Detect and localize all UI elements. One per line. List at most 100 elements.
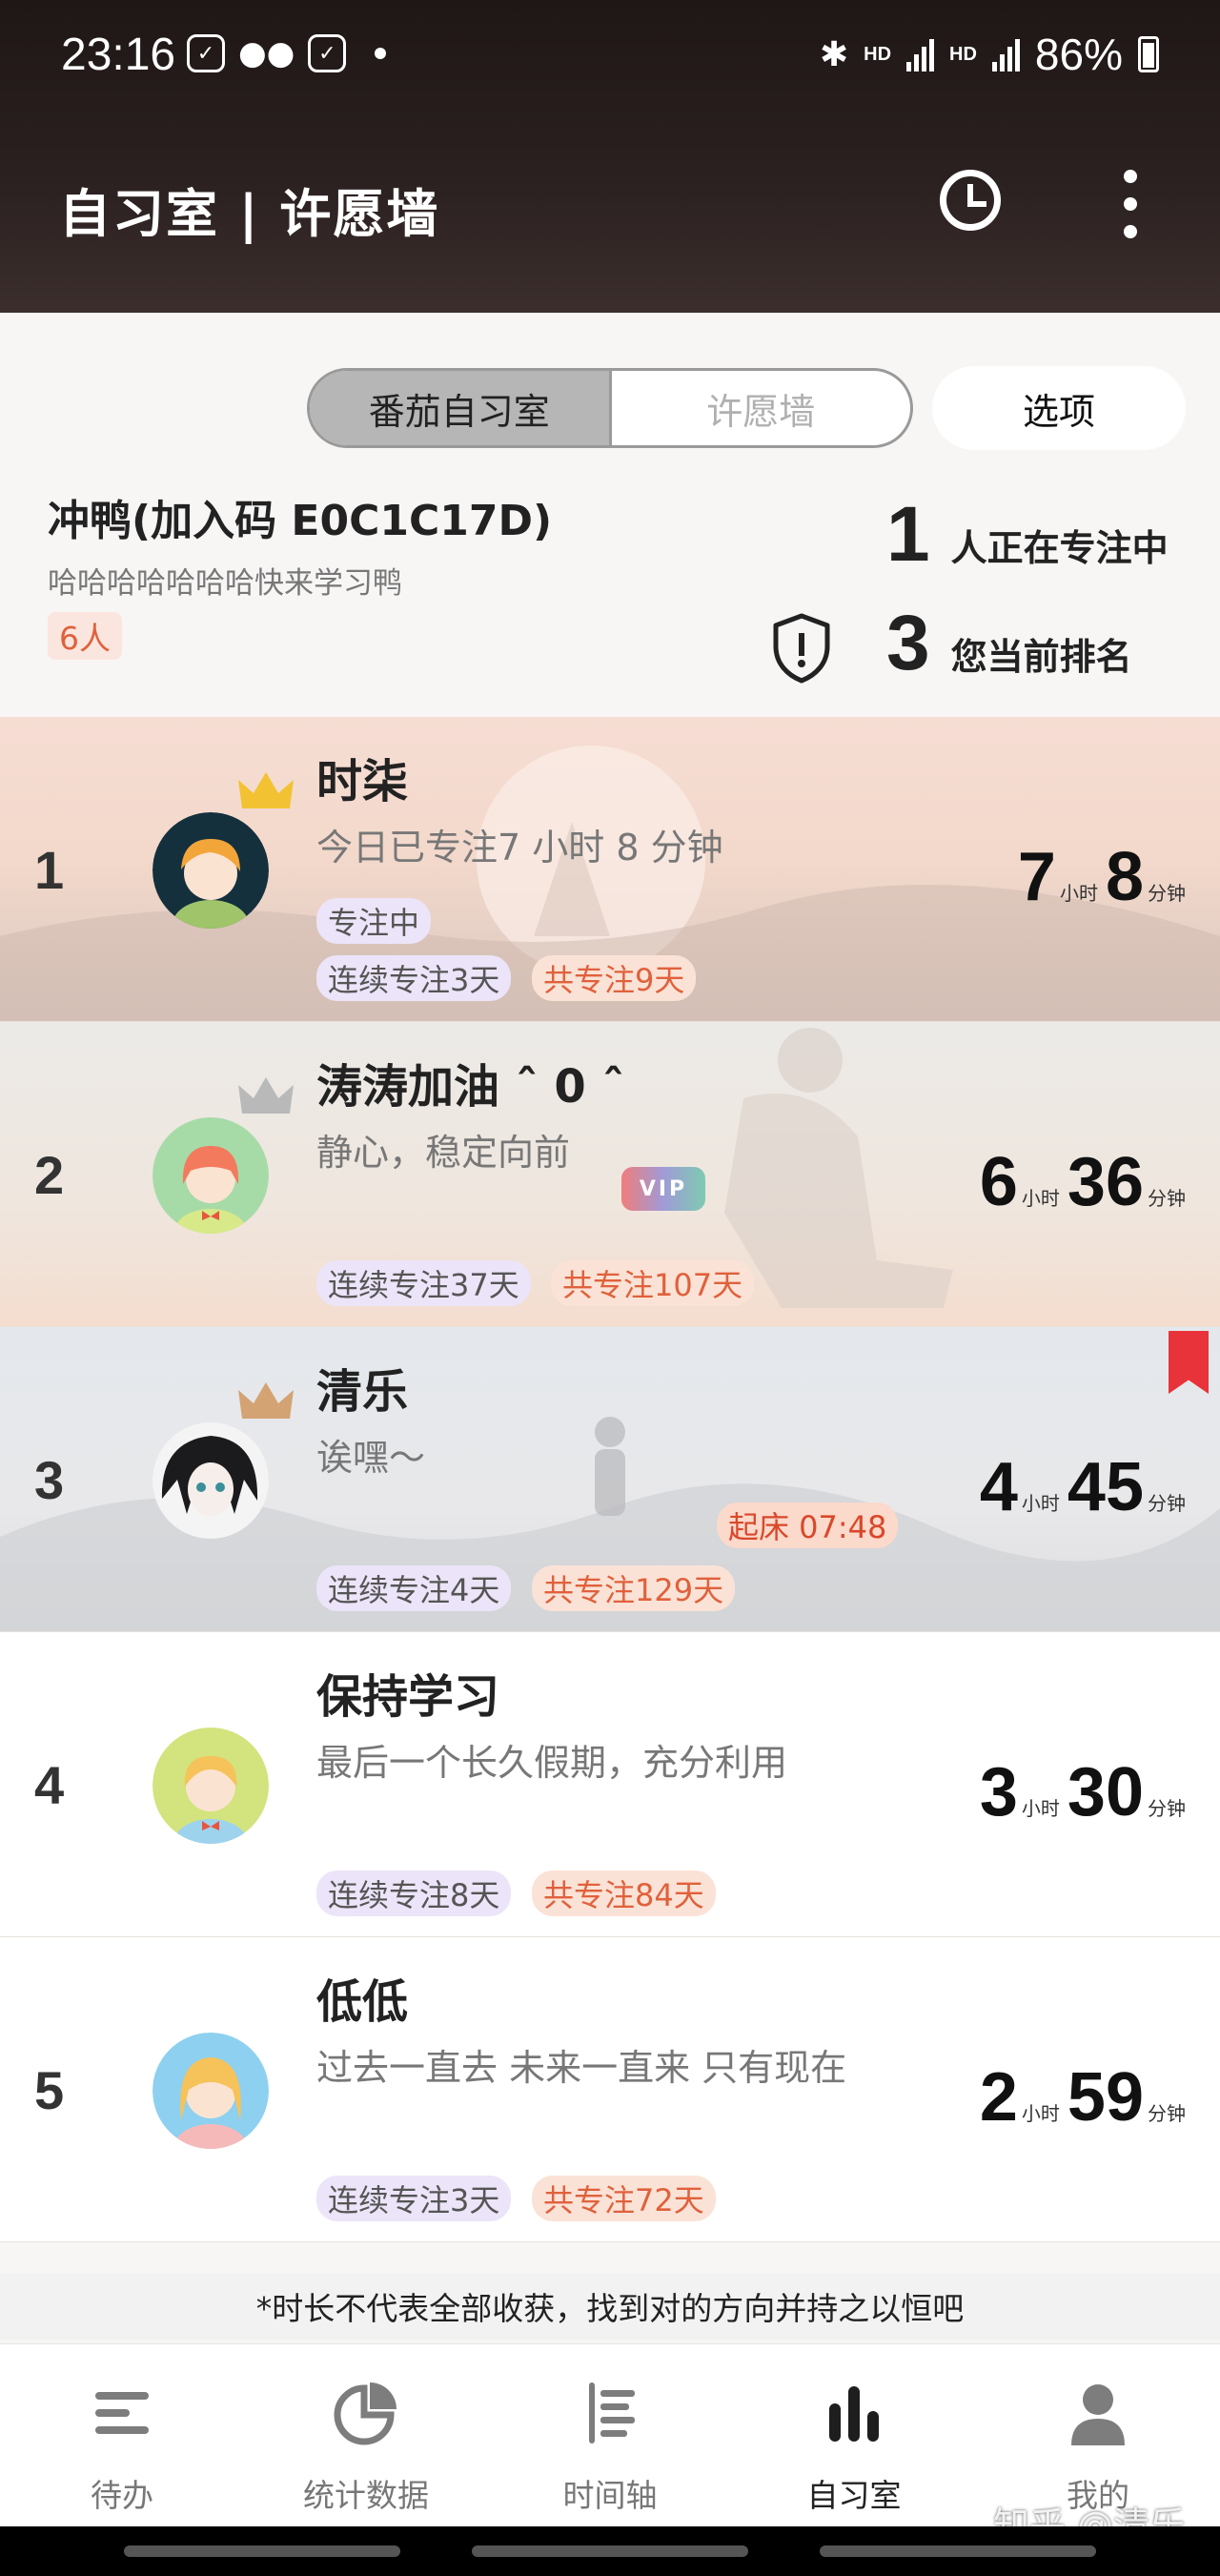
nav-label: 统计数据	[303, 2477, 429, 2514]
room-name: 冲鸭(加入码 E0C1C17D)	[48, 497, 553, 545]
tab-tomato-room[interactable]: 番茄自习室	[310, 371, 612, 445]
room-segment-control: 番茄自习室 许愿墙	[307, 368, 913, 448]
member-row[interactable]: 5 低低 过去一直去 未来一直来 只有现在 连续专注3天 共专注72天 2 小时…	[0, 1937, 1220, 2242]
hours-value: 7	[1017, 839, 1056, 915]
avatar[interactable]	[152, 1728, 269, 1844]
minutes-value: 8	[1105, 839, 1144, 915]
nav-item-statistics[interactable]: 统计数据	[244, 2344, 488, 2525]
member-motto: 过去一直去 未来一直来 只有现在	[316, 2047, 847, 2089]
member-list: 1 时柒 今日已专注7 小时 8 分钟 专注中 连续专注3天 共专注9天 7 小…	[0, 717, 1220, 2242]
footnote: *时长不代表全部收获，找到对的方向并持之以恒吧	[0, 2273, 1220, 2340]
total-days-tag: 共专注9天	[532, 955, 697, 1001]
minutes-value: 45	[1067, 1449, 1144, 1525]
member-row[interactable]: 1 时柒 今日已专注7 小时 8 分钟 专注中 连续专注3天 共专注9天 7 小…	[0, 717, 1220, 1022]
member-motto: 静心，稳定向前	[316, 1132, 571, 1174]
nav-item-todo[interactable]: 待办	[0, 2344, 244, 2525]
minutes-unit: 分钟	[1148, 1797, 1186, 1820]
network-label: HD	[864, 43, 892, 65]
focusing-label: 人正在专注中	[950, 527, 1169, 569]
total-days-tag: 共专注84天	[532, 1871, 716, 1916]
nav-label: 时间轴	[562, 2477, 658, 2514]
minutes-unit: 分钟	[1148, 1492, 1186, 1515]
hours-unit: 小时	[1021, 1797, 1060, 1820]
member-row[interactable]: 2 涛涛加油 ˆ 0 ˆ 静心，稳定向前 VIP 连续专注37天 共专注107天…	[0, 1022, 1220, 1327]
avatar[interactable]	[152, 1422, 269, 1539]
member-name: 清乐	[316, 1365, 409, 1419]
member-name: 涛涛加油 ˆ 0 ˆ	[316, 1060, 625, 1114]
options-button[interactable]: 选项	[932, 366, 1186, 450]
bluetooth-icon: ✱	[819, 34, 849, 73]
signal-icon	[906, 37, 935, 72]
wechat-icon: ●●	[238, 34, 295, 72]
member-name: 时柒	[316, 755, 409, 808]
hours-unit: 小时	[1021, 2102, 1060, 2125]
rank-number: 1	[34, 840, 65, 900]
battery-icon	[1138, 36, 1159, 72]
member-row[interactable]: 3 清乐 诶嘿～ 起床 07:48 连续专注4天 共专注129天 4 小时 45…	[0, 1327, 1220, 1632]
my-rank-stat: 3 您当前排名	[886, 604, 1132, 683]
focus-duration: 6 小时 36 分钟	[980, 1148, 1186, 1216]
wake-time-tag: 起床 07:48	[717, 1503, 899, 1548]
more-notifications-dot	[375, 48, 387, 59]
streak-tag: 连续专注3天	[316, 955, 512, 1001]
status-right: ✱ HD HD 86%	[820, 29, 1159, 80]
rank-number: 5	[34, 2060, 65, 2120]
minutes-value: 59	[1067, 2059, 1144, 2136]
minutes-value: 30	[1067, 1754, 1144, 1830]
clock-icon[interactable]	[940, 170, 1001, 231]
hours-unit: 小时	[1021, 1187, 1060, 1210]
list-icon	[95, 2392, 149, 2434]
bar-chart-icon	[829, 2386, 879, 2442]
avatar[interactable]	[152, 812, 269, 929]
member-row[interactable]: 4 保持学习 最后一个长久假期，充分利用 连续专注8天 共专注84天 3 小时 …	[0, 1632, 1220, 1937]
crown-icon	[238, 1382, 294, 1419]
hours-value: 3	[979, 1754, 1018, 1830]
hours-unit: 小时	[1021, 1492, 1060, 1515]
streak-tag: 连续专注37天	[316, 1260, 531, 1306]
my-rank-label: 您当前排名	[950, 636, 1132, 678]
timeline-icon	[589, 2382, 635, 2443]
status-time: 23:16	[61, 30, 176, 80]
streak-tag: 连续专注3天	[316, 2176, 512, 2221]
signal-icon	[991, 37, 1020, 72]
crown-icon	[238, 1077, 294, 1114]
nav-item-study-room[interactable]: 自习室	[732, 2344, 976, 2525]
member-motto: 最后一个长久假期，充分利用	[316, 1742, 788, 1784]
streak-tag: 连续专注8天	[316, 1871, 512, 1916]
nav-label: 自习室	[806, 2477, 902, 2514]
more-vertical-icon[interactable]	[1115, 170, 1146, 238]
page-title: 自习室 | 许愿墙	[59, 184, 440, 244]
member-motto: 诶嘿～	[316, 1437, 426, 1479]
app-notification-icon: ✓	[308, 34, 347, 72]
minutes-unit: 分钟	[1148, 2102, 1186, 2125]
room-description: 哈哈哈哈哈哈哈快来学习鸭	[48, 566, 402, 601]
member-name: 低低	[316, 1975, 409, 2029]
vip-badge: VIP	[621, 1167, 705, 1211]
hours-value: 4	[979, 1449, 1018, 1525]
tab-wish-wall[interactable]: 许愿墙	[612, 371, 911, 445]
nav-item-timeline[interactable]: 时间轴	[488, 2344, 732, 2525]
hours-value: 6	[979, 1144, 1018, 1220]
total-days-tag: 共专注129天	[532, 1565, 736, 1611]
crown-icon	[238, 772, 294, 808]
focus-duration: 7 小时 8 分钟	[1018, 843, 1186, 911]
hours-unit: 小时	[1059, 882, 1098, 905]
system-navigation-bar	[0, 2526, 1220, 2576]
avatar[interactable]	[152, 2033, 269, 2149]
minutes-value: 36	[1067, 1144, 1144, 1220]
streak-tag: 连续专注4天	[316, 1565, 512, 1611]
person-icon	[1071, 2384, 1125, 2445]
app-notification-icon: ✓	[187, 34, 225, 72]
notification-icons: ✓ ●● ✓	[187, 34, 387, 72]
focus-duration: 3 小时 30 分钟	[980, 1758, 1186, 1827]
rank-number: 4	[34, 1755, 65, 1815]
rank-number: 3	[34, 1450, 65, 1510]
avatar[interactable]	[152, 1117, 269, 1234]
member-motto: 今日已专注7 小时 8 分钟	[316, 827, 723, 869]
shield-alert-icon[interactable]	[770, 612, 833, 685]
status-badge: 专注中	[316, 898, 432, 944]
minutes-unit: 分钟	[1148, 1187, 1186, 1210]
minutes-unit: 分钟	[1148, 882, 1186, 905]
nav-label: 待办	[91, 2477, 153, 2514]
network-label: HD	[949, 43, 977, 65]
